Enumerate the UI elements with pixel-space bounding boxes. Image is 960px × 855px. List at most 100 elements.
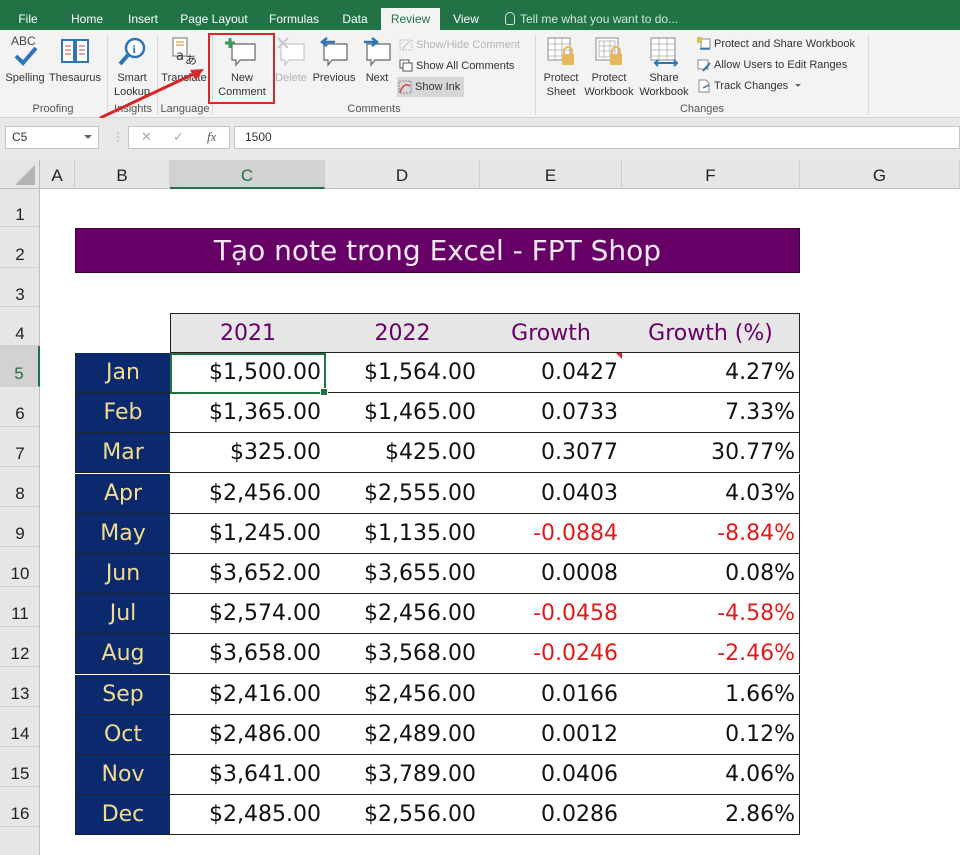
- y2022-cell[interactable]: $2,456.00: [325, 594, 481, 635]
- insert-function-icon[interactable]: fx: [207, 129, 216, 145]
- y2021-cell[interactable]: $2,456.00: [170, 473, 326, 514]
- row-header-7[interactable]: 7: [0, 427, 40, 467]
- show-all-comments-button[interactable]: Show All Comments: [398, 56, 514, 76]
- row-header-3[interactable]: 3: [0, 268, 40, 307]
- row-header-12[interactable]: 12: [0, 627, 40, 667]
- growth-pct-cell[interactable]: -2.46%: [622, 634, 800, 675]
- y2021-cell[interactable]: $2,486.00: [170, 714, 326, 755]
- smart-lookup-button[interactable]: i Smart Lookup: [111, 36, 153, 99]
- tab-home[interactable]: Home: [62, 8, 112, 30]
- table-header-cell[interactable]: 2021: [170, 313, 326, 353]
- share-workbook-button[interactable]: Share Workbook: [637, 36, 691, 99]
- y2021-cell[interactable]: $2,574.00: [170, 594, 326, 635]
- y2022-cell[interactable]: $2,489.00: [325, 714, 481, 755]
- cancel-icon[interactable]: ✕: [141, 129, 152, 145]
- growth-pct-cell[interactable]: -8.84%: [622, 513, 800, 554]
- row-header-15[interactable]: 15: [0, 747, 40, 787]
- table-header-cell[interactable]: 2022: [325, 313, 481, 353]
- formula-bar-grip[interactable]: ⋮: [112, 130, 124, 144]
- row-header-16[interactable]: 16: [0, 787, 40, 827]
- check-icon[interactable]: ✓: [173, 129, 184, 145]
- translate-button[interactable]: aあ Translate: [160, 36, 208, 85]
- tab-review[interactable]: Review: [381, 8, 440, 32]
- month-cell[interactable]: Aug: [75, 634, 171, 675]
- growth-pct-cell[interactable]: 4.06%: [622, 755, 800, 795]
- month-cell[interactable]: May: [75, 513, 171, 554]
- growth-cell[interactable]: 0.0286: [480, 795, 623, 836]
- y2022-cell[interactable]: $1,564.00: [325, 353, 481, 393]
- growth-pct-cell[interactable]: 1.66%: [622, 674, 800, 715]
- delete-comment-button[interactable]: Delete: [274, 36, 308, 85]
- formula-input[interactable]: 1500: [234, 126, 960, 149]
- y2022-cell[interactable]: $3,568.00: [325, 634, 481, 675]
- y2022-cell[interactable]: $2,456.00: [325, 674, 481, 715]
- month-cell[interactable]: Mar: [75, 433, 171, 474]
- row-header-10[interactable]: 10: [0, 547, 40, 587]
- growth-pct-cell[interactable]: 2.86%: [622, 795, 800, 836]
- row-header-4[interactable]: 4: [0, 307, 40, 346]
- growth-cell[interactable]: 0.0012: [480, 714, 623, 755]
- column-header-c[interactable]: C: [170, 160, 325, 189]
- month-cell[interactable]: Jul: [75, 594, 171, 635]
- row-header-1[interactable]: 1: [0, 189, 40, 227]
- growth-cell[interactable]: 0.3077: [480, 433, 623, 474]
- growth-pct-cell[interactable]: 4.27%: [622, 353, 800, 393]
- row-header-8[interactable]: 8: [0, 467, 40, 507]
- y2022-cell[interactable]: $2,555.00: [325, 473, 481, 514]
- growth-cell[interactable]: 0.0008: [480, 554, 623, 594]
- month-cell[interactable]: Feb: [75, 393, 171, 434]
- select-all-button[interactable]: [0, 160, 40, 189]
- chevron-down-icon[interactable]: [84, 135, 92, 139]
- spelling-button[interactable]: ABC Spelling: [4, 34, 46, 85]
- row-header-14[interactable]: 14: [0, 707, 40, 747]
- y2022-cell[interactable]: $3,655.00: [325, 554, 481, 594]
- tell-me-search[interactable]: Tell me what you want to do...: [505, 8, 678, 30]
- growth-pct-cell[interactable]: 0.12%: [622, 714, 800, 755]
- month-cell[interactable]: Apr: [75, 473, 171, 514]
- growth-pct-cell[interactable]: 7.33%: [622, 393, 800, 434]
- column-header-f[interactable]: F: [622, 160, 800, 189]
- row-header-9[interactable]: 9: [0, 507, 40, 547]
- row-header-2[interactable]: 2: [0, 227, 40, 268]
- column-header-d[interactable]: D: [325, 160, 480, 189]
- protect-share-workbook-button[interactable]: Protect and Share Workbook: [696, 34, 855, 54]
- tab-file[interactable]: File: [8, 8, 48, 30]
- y2021-cell[interactable]: $3,658.00: [170, 634, 326, 675]
- growth-pct-cell[interactable]: -4.58%: [622, 594, 800, 635]
- y2022-cell[interactable]: $3,789.00: [325, 755, 481, 795]
- column-header-g[interactable]: G: [800, 160, 960, 189]
- y2021-cell[interactable]: $325.00: [170, 433, 326, 474]
- y2022-cell[interactable]: $1,465.00: [325, 393, 481, 434]
- table-header-cell[interactable]: Growth: [480, 313, 623, 353]
- growth-pct-cell[interactable]: 0.08%: [622, 554, 800, 594]
- protect-workbook-button[interactable]: Protect Workbook: [583, 36, 635, 99]
- y2021-cell[interactable]: $3,652.00: [170, 554, 326, 594]
- sheet-title-banner[interactable]: Tạo note trong Excel - FPT Shop: [75, 228, 800, 273]
- month-cell[interactable]: Sep: [75, 674, 171, 715]
- growth-cell[interactable]: 0.0427: [480, 353, 623, 393]
- growth-pct-cell[interactable]: 30.77%: [622, 433, 800, 474]
- show-hide-comment-button[interactable]: Show/Hide Comment: [398, 35, 520, 55]
- month-cell[interactable]: Dec: [75, 795, 171, 836]
- tab-view[interactable]: View: [446, 8, 486, 30]
- name-box[interactable]: C5: [5, 126, 99, 149]
- protect-sheet-button[interactable]: Protect Sheet: [540, 36, 582, 99]
- growth-cell[interactable]: -0.0884: [480, 513, 623, 554]
- y2022-cell[interactable]: $2,556.00: [325, 795, 481, 836]
- tab-formulas[interactable]: Formulas: [262, 8, 326, 30]
- tab-page-layout[interactable]: Page Layout: [176, 8, 252, 30]
- column-header-b[interactable]: B: [75, 160, 170, 189]
- previous-comment-button[interactable]: Previous: [311, 36, 357, 85]
- row-header-13[interactable]: 13: [0, 667, 40, 707]
- growth-cell[interactable]: -0.0458: [480, 594, 623, 635]
- growth-pct-cell[interactable]: 4.03%: [622, 473, 800, 514]
- column-header-e[interactable]: E: [480, 160, 622, 189]
- growth-cell[interactable]: 0.0403: [480, 473, 623, 514]
- y2021-cell[interactable]: $1,365.00: [170, 393, 326, 434]
- table-header-cell[interactable]: Growth (%): [622, 313, 800, 353]
- column-header-a[interactable]: A: [40, 160, 75, 189]
- allow-users-edit-ranges-button[interactable]: Allow Users to Edit Ranges: [696, 55, 847, 75]
- month-cell[interactable]: Oct: [75, 714, 171, 755]
- y2021-cell[interactable]: $3,641.00: [170, 755, 326, 795]
- y2021-cell[interactable]: $2,485.00: [170, 795, 326, 836]
